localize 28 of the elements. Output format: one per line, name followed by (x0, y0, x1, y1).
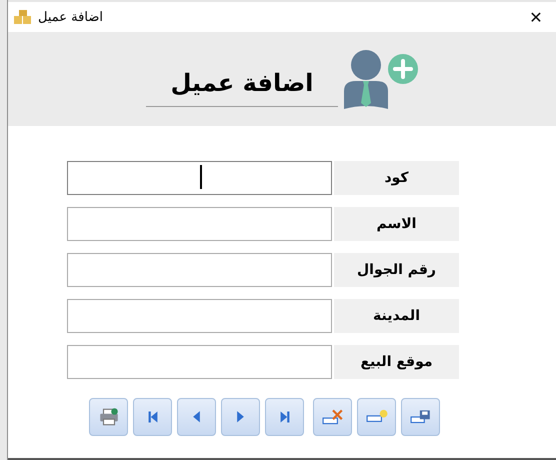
previous-icon (192, 410, 201, 424)
field-label: كود (334, 161, 459, 195)
page-title: اضافة عميل (146, 61, 338, 107)
delete-button[interactable] (313, 398, 352, 436)
add-user-icon (344, 49, 418, 109)
last-record-button[interactable] (265, 398, 304, 436)
close-button[interactable]: ✕ (516, 2, 556, 32)
field-label: الاسم (334, 207, 459, 241)
save-icon (410, 408, 432, 426)
field-label: رقم الجوال (334, 253, 459, 287)
first-record-button[interactable] (133, 398, 172, 436)
input-field[interactable] (67, 299, 332, 333)
input-field[interactable] (67, 161, 332, 195)
input-field[interactable] (67, 345, 332, 379)
input-field[interactable] (67, 207, 332, 241)
previous-button[interactable] (177, 398, 216, 436)
delete-icon (322, 408, 344, 426)
next-button[interactable] (221, 398, 260, 436)
boxes-icon (14, 10, 32, 24)
field-label: المدينة (334, 299, 459, 333)
window-title: اضافة عميل (38, 10, 103, 24)
print-button[interactable] (89, 398, 128, 436)
printer-icon (98, 408, 120, 426)
new-record-button[interactable] (357, 398, 396, 436)
next-icon (236, 410, 245, 424)
field-label: موقع البيع (334, 345, 459, 379)
save-button[interactable] (401, 398, 440, 436)
input-field[interactable] (67, 253, 332, 287)
